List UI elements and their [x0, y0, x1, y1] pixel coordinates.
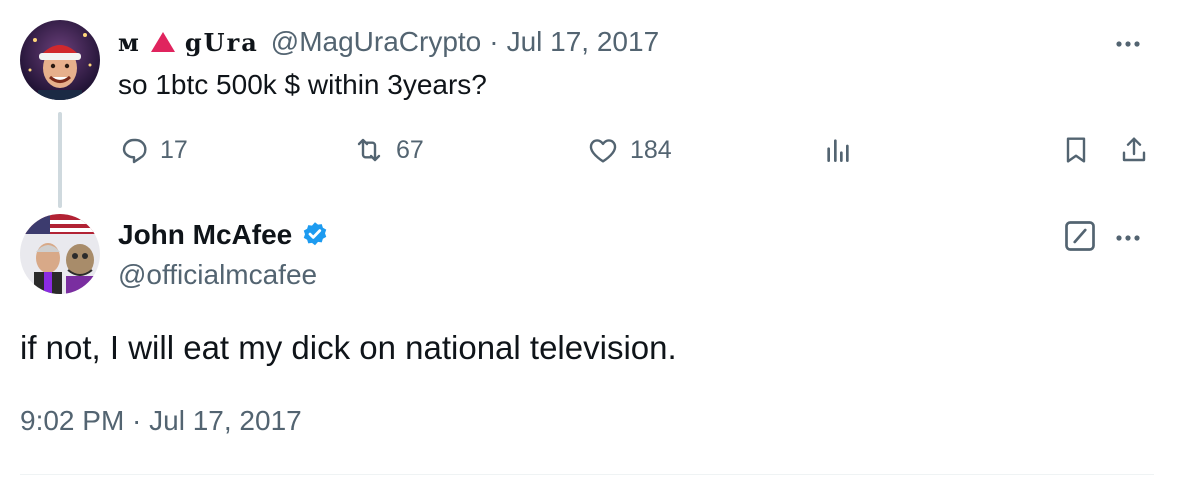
bookmark-icon: [1066, 137, 1086, 163]
header-separator: ·: [489, 26, 499, 57]
like-button[interactable]: 184: [586, 130, 672, 170]
display-name-label: John McAfee: [118, 219, 293, 250]
views-button[interactable]: [822, 130, 864, 170]
share-button[interactable]: [1118, 130, 1160, 170]
retweet-button[interactable]: 67: [352, 130, 424, 170]
like-count: 184: [630, 135, 672, 164]
views-icon: [827, 139, 849, 162]
divider: [20, 474, 1154, 475]
bookmark-button[interactable]: [1060, 130, 1102, 170]
reply-tweet-text: so 1btc 500k $ within 3years?: [118, 69, 487, 100]
tweet-thread: ᴍ gUra @MagUraCrypto · Jul 17, 2017 so 1…: [0, 0, 1188, 480]
reply-tweet-date[interactable]: Jul 17, 2017: [507, 26, 660, 58]
reply-count: 17: [160, 135, 188, 164]
retweet-icon: [357, 138, 381, 162]
display-name-mcafee[interactable]: John McAfee: [118, 214, 330, 256]
reply-button[interactable]: 17: [118, 130, 188, 170]
triangle-emoji-icon: [150, 32, 175, 52]
retweet-count: 67: [396, 135, 424, 164]
more-icon[interactable]: [1112, 28, 1144, 65]
display-name-magura[interactable]: ᴍ gUra: [118, 28, 259, 57]
avatar-mcafee[interactable]: [20, 214, 100, 294]
thread-connector-line: [58, 112, 62, 208]
handle-magura[interactable]: @MagUraCrypto: [271, 26, 481, 58]
avatar-magura[interactable]: [20, 20, 100, 100]
tweet-timestamp[interactable]: 9:02 PM · Jul 17, 2017: [20, 402, 302, 440]
reply-icon: [122, 138, 147, 164]
reply-tweet-header: ᴍ gUra @MagUraCrypto · Jul 17, 2017: [118, 22, 659, 62]
like-icon: [589, 139, 617, 163]
handle-mcafee[interactable]: @officialmcafee: [118, 256, 317, 294]
main-tweet-text: if not, I will eat my dick on national t…: [20, 329, 677, 366]
more-icon[interactable]: [1112, 222, 1144, 259]
share-icon: [1122, 137, 1146, 162]
grok-icon[interactable]: [1062, 218, 1098, 259]
verified-badge-icon[interactable]: [300, 220, 330, 250]
